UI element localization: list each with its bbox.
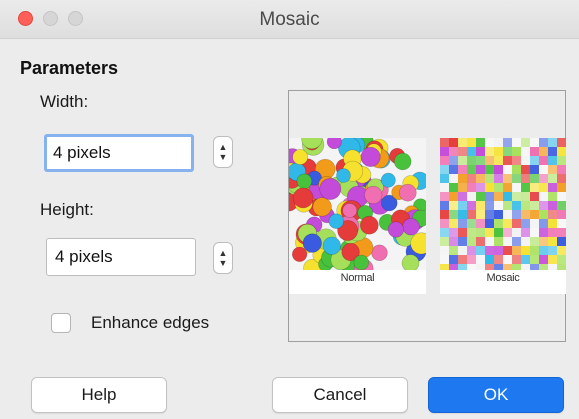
mosaic-caption: Mosaic	[486, 272, 520, 284]
cancel-button[interactable]: Cancel	[272, 377, 408, 413]
height-label: Height:	[40, 200, 94, 219]
enhance-edges-checkbox[interactable]	[51, 313, 71, 333]
height-stepper[interactable]: ▲ ▼	[213, 242, 233, 274]
parameters-heading: Parameters	[20, 58, 119, 78]
preview-mosaic: Mosaic	[440, 138, 566, 294]
width-stepper[interactable]: ▲ ▼	[213, 136, 233, 168]
mosaic-preview-image	[440, 138, 566, 270]
chevron-down-icon[interactable]: ▼	[219, 258, 228, 268]
window-title: Mosaic	[259, 9, 320, 30]
normal-caption: Normal	[340, 272, 375, 284]
enhance-edges-label: Enhance edges	[91, 313, 210, 332]
help-button[interactable]: Help	[31, 377, 167, 413]
title-bar: Mosaic	[0, 0, 579, 39]
ok-button[interactable]: OK	[428, 377, 564, 413]
width-input[interactable]: 4 pixels	[44, 134, 194, 172]
chevron-down-icon[interactable]: ▼	[219, 152, 228, 162]
normal-preview-image	[289, 138, 426, 270]
preview-normal: Normal	[289, 138, 426, 294]
chevron-up-icon[interactable]: ▲	[219, 248, 228, 258]
width-label: Width:	[40, 92, 89, 111]
height-input[interactable]: 4 pixels	[46, 238, 196, 276]
chevron-up-icon[interactable]: ▲	[219, 142, 228, 152]
